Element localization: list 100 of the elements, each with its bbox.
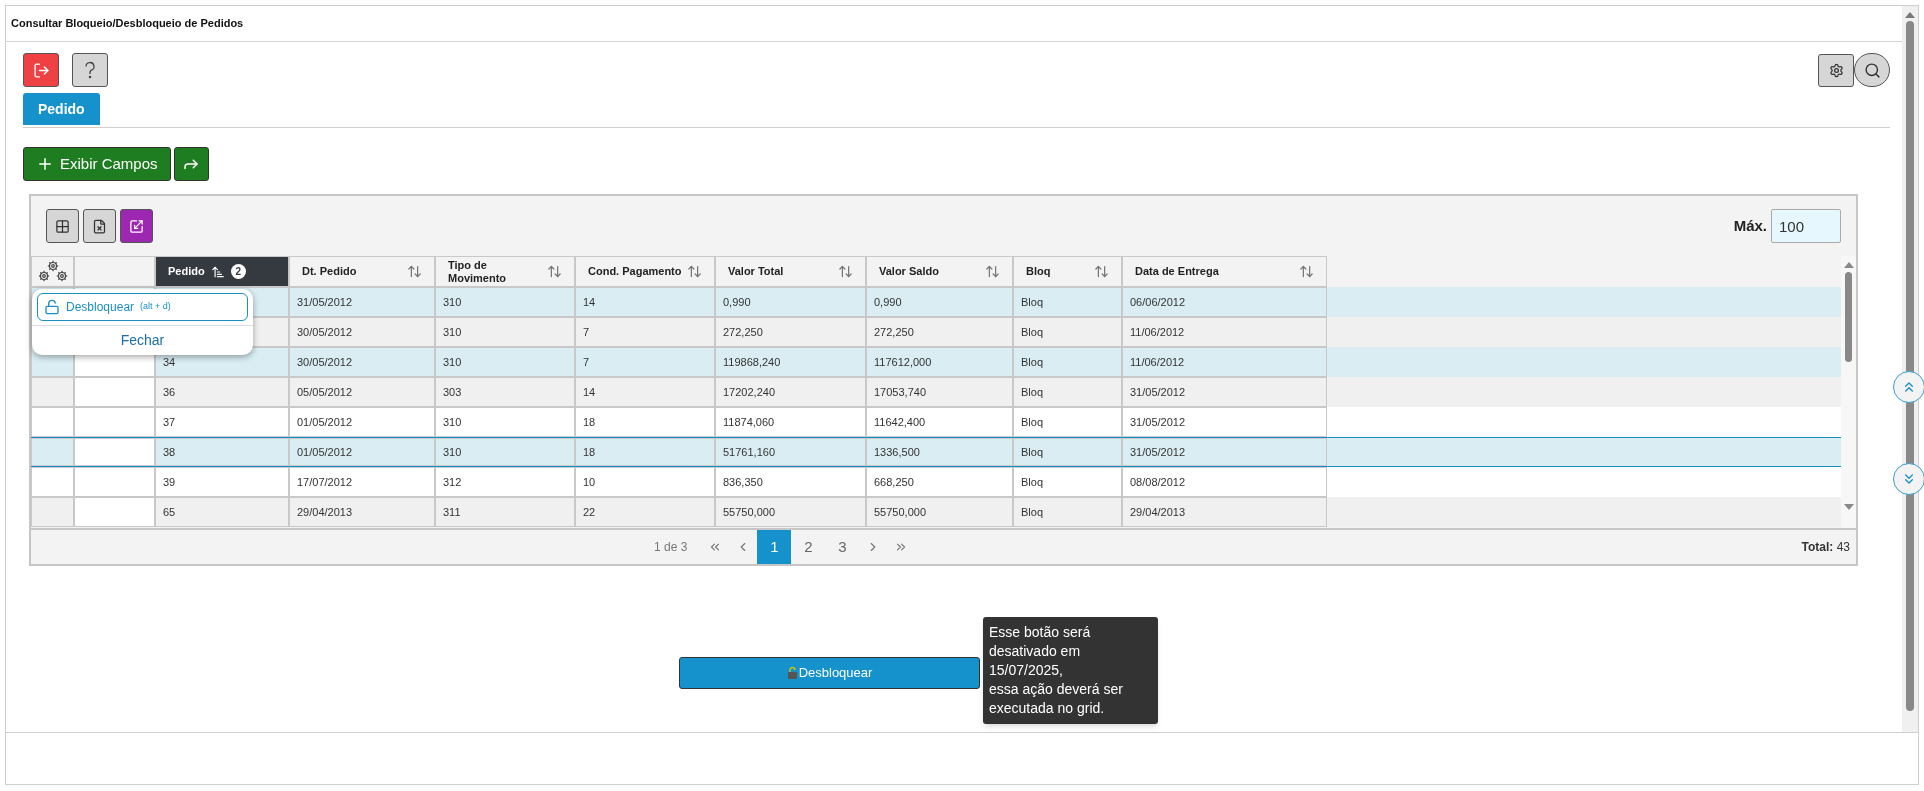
scroll-up-button[interactable] — [1893, 371, 1924, 403]
help-button[interactable] — [72, 53, 108, 87]
sort-icon[interactable] — [1094, 264, 1109, 279]
table-cell: 7 — [575, 317, 715, 347]
plus-icon — [36, 155, 54, 173]
sort-order-badge: 2 — [230, 264, 246, 279]
table-cell: 36 — [155, 377, 289, 407]
table-row[interactable]: 37 01/05/2012 310 18 11874,060 11642,400 Bloq 31/05/2012 — [31, 407, 1841, 437]
column-header[interactable]: Bloq — [1013, 256, 1122, 287]
unlock-menu-button[interactable]: Desbloquear (alt + d) — [37, 293, 248, 321]
table-cell: 31/05/2012 — [289, 287, 435, 317]
table-cell: 310 — [435, 317, 575, 347]
table-cell: 17/07/2012 — [289, 467, 435, 497]
table-row[interactable]: 39 17/07/2012 312 10 836,350 668,250 Bloq 08/08/2012 — [31, 467, 1841, 497]
settings-icon — [1828, 62, 1844, 78]
excel-export-button[interactable] — [83, 209, 116, 243]
exit-button[interactable] — [23, 53, 59, 87]
table-cell: 11642,400 — [866, 407, 1013, 437]
sort-icon[interactable] — [687, 264, 702, 279]
expand-icon — [129, 218, 144, 234]
table-row[interactable]: 38 01/05/2012 310 18 51761,160 1336,500 Bloq 31/05/2012 — [31, 437, 1841, 467]
settings-button[interactable] — [1818, 53, 1854, 87]
max-rows-field[interactable]: 100 — [1771, 209, 1841, 243]
table-cell: Bloq — [1013, 377, 1122, 407]
table-cell: 14 — [575, 377, 715, 407]
table-cell: 17202,240 — [715, 377, 866, 407]
column-header[interactable]: Dt. Pedido — [289, 256, 435, 287]
table-cell: 272,250 — [715, 317, 866, 347]
search-button[interactable] — [1854, 53, 1890, 87]
column-header[interactable]: Data de Entrega — [1122, 256, 1327, 287]
table-row[interactable]: 34 30/05/2012 310 7 119868,240 117612,000 Bloq 11/06/2012 — [31, 347, 1841, 377]
table-cell: 29/04/2013 — [289, 497, 435, 527]
table-cell: 37 — [155, 407, 289, 437]
window-title: Consultar Bloqueio/Desbloqueio de Pedidos — [11, 16, 244, 32]
table-cell: 272,250 — [866, 317, 1013, 347]
table-cell: 10 — [575, 467, 715, 497]
table-cell: 65 — [155, 497, 289, 527]
page-button[interactable]: 3 — [825, 530, 860, 564]
table-cell: 38 — [155, 438, 289, 466]
table-cell: 310 — [435, 347, 575, 377]
exit-icon — [32, 61, 50, 79]
table-cell: 01/05/2012 — [289, 407, 435, 437]
column-header[interactable]: Tipo de Movimento — [435, 256, 575, 287]
table-cell: 11874,060 — [715, 407, 866, 437]
table-cell: 31/05/2012 — [1122, 438, 1327, 466]
grid-icon — [55, 218, 70, 234]
table-cell: Bloq — [1013, 347, 1122, 377]
table-cell: 0,990 — [715, 287, 866, 317]
table-cell: 06/06/2012 — [1122, 287, 1327, 317]
table-cell: 55750,000 — [715, 497, 866, 527]
table-cell: 310 — [435, 438, 575, 466]
table-cell: 836,350 — [715, 467, 866, 497]
column-header[interactable]: Valor Saldo — [866, 256, 1013, 287]
table-cell: 0,990 — [866, 287, 1013, 317]
tooltip: Esse botão será desativado em 15/07/2025, essa ação deverá ser executada no grid. — [983, 617, 1158, 724]
table-cell: 311 — [435, 497, 575, 527]
share-button[interactable] — [173, 147, 209, 181]
table-cell: Bloq — [1013, 438, 1122, 466]
sort-icon[interactable] — [1299, 264, 1314, 279]
table-cell: 31/05/2012 — [1122, 407, 1327, 437]
sort-icon[interactable] — [985, 264, 1000, 279]
table-cell: Bloq — [1013, 407, 1122, 437]
column-header[interactable]: Valor Total — [715, 256, 866, 287]
table-cell: 51761,160 — [715, 438, 866, 466]
page-summary: 1 de 3 — [654, 539, 688, 556]
table-cell: 119868,240 — [715, 347, 866, 377]
table-cell: 312 — [435, 467, 575, 497]
table-cell: Bloq — [1013, 467, 1122, 497]
expand-button[interactable] — [120, 209, 153, 243]
table-cell: 55750,000 — [866, 497, 1013, 527]
sort-icon[interactable] — [407, 264, 422, 279]
table-cell: 310 — [435, 287, 575, 317]
table-cell: 01/05/2012 — [289, 438, 435, 466]
table-cell: 31/05/2012 — [1122, 377, 1327, 407]
table-cell: 7 — [575, 347, 715, 377]
search-icon — [1863, 61, 1881, 79]
page-scrollbar[interactable] — [1902, 6, 1918, 732]
question-mark-icon — [82, 60, 98, 80]
table-cell: 08/08/2012 — [1122, 467, 1327, 497]
table-cell: 310 — [435, 407, 575, 437]
sort-icon[interactable] — [547, 264, 562, 279]
table-cell: 30/05/2012 — [289, 347, 435, 377]
table-cell: 39 — [155, 467, 289, 497]
table-cell: 14 — [575, 287, 715, 317]
total-count: Total: 43 — [1801, 539, 1850, 556]
column-header[interactable]: Pedido 2 — [155, 256, 289, 287]
column-header[interactable]: Cond. Pagamento — [575, 256, 715, 287]
table-cell: 303 — [435, 377, 575, 407]
sort-icon[interactable] — [838, 264, 853, 279]
table-cell: Bloq — [1013, 317, 1122, 347]
show-fields-button[interactable]: Exibir Campos — [23, 147, 171, 181]
max-label: Máx. — [1733, 215, 1767, 236]
table-cell: 05/05/2012 — [289, 377, 435, 407]
grid-layout-button[interactable] — [46, 209, 79, 243]
table-cell: 22 — [575, 497, 715, 527]
table-cell: 11/06/2012 — [1122, 317, 1327, 347]
scroll-down-button[interactable] — [1893, 463, 1924, 495]
page-button[interactable]: 2 — [791, 530, 826, 564]
table-scrollbar[interactable] — [1841, 256, 1856, 528]
table-cell: 668,250 — [866, 467, 1013, 497]
